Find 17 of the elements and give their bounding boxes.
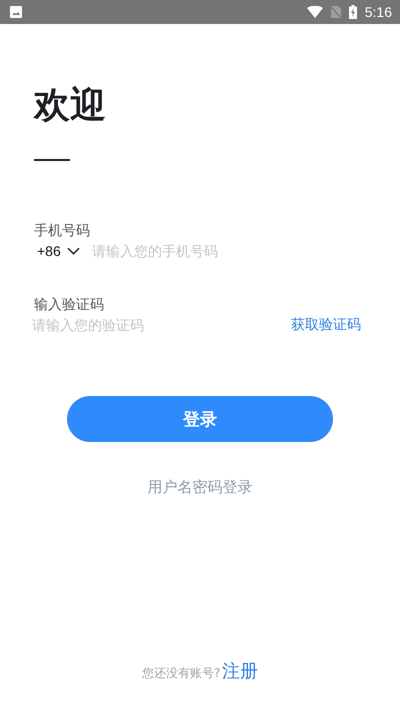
no-sim-icon [330, 6, 341, 18]
login-button[interactable]: 登录 [67, 396, 333, 442]
status-time: 5:16 [364, 4, 392, 20]
field-label: 输入验证码 [34, 296, 104, 314]
battery-charging-icon [348, 5, 357, 19]
image-icon [10, 6, 22, 18]
phone-input-field[interactable]: 请输入您的手机号码 [92, 243, 272, 259]
no-account-text: 您还没有账号? [142, 665, 220, 682]
register-link[interactable]: 注册 [222, 659, 258, 683]
welcome-title: 欢迎 [34, 84, 106, 128]
chevron-down-icon [66, 247, 80, 255]
get-code-link[interactable]: 获取验证码 [291, 316, 361, 334]
code-input-field[interactable]: 请输入您的验证码 [32, 317, 192, 333]
country-code-dropdown[interactable]: +86 [34, 243, 80, 259]
password-login-link[interactable]: 用户名密码登录 [148, 478, 252, 497]
field-label: 手机号码 [34, 222, 90, 240]
wifi-icon [306, 6, 323, 18]
